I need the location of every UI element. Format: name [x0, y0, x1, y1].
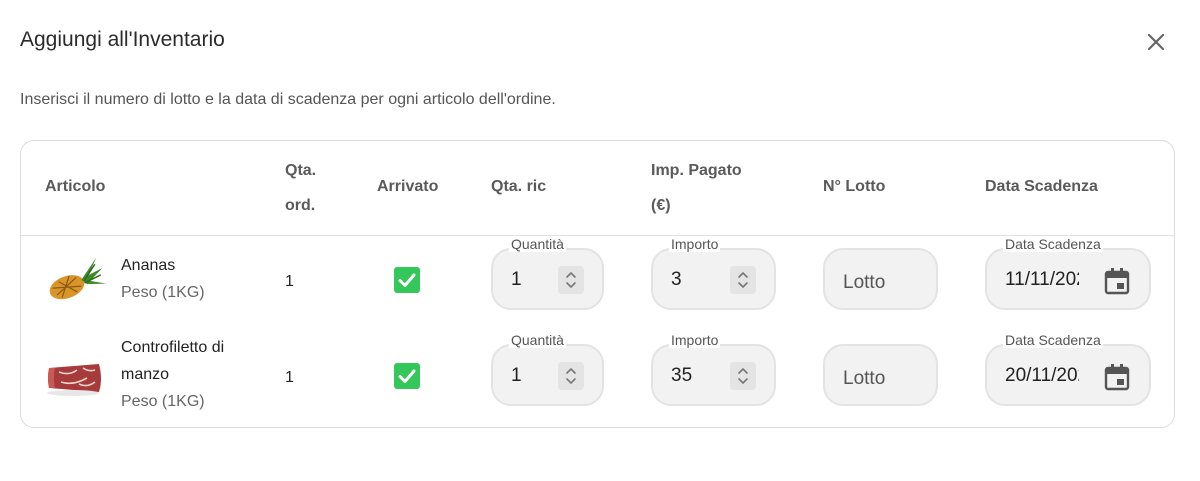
calendar-icon[interactable]	[1103, 362, 1131, 392]
quantity-label: Quantità	[509, 332, 566, 348]
chevron-up-down-icon[interactable]	[558, 266, 584, 294]
quantity-value: 1	[511, 365, 522, 386]
quantity-stepper[interactable]: Quantità 1	[491, 236, 604, 310]
quantity-stepper[interactable]: Quantità 1	[491, 332, 604, 406]
product-image-beef	[43, 354, 107, 402]
chevron-up-down-icon[interactable]	[730, 362, 756, 390]
amount-stepper[interactable]: Importo 35	[651, 332, 776, 406]
table-header: Articolo Qta. ord. Arrivato Qta. ric Imp…	[21, 141, 1174, 236]
header-lotto: N° Lotto	[823, 178, 886, 195]
product-name: Ananas Peso (1KG)	[121, 252, 251, 306]
chevron-up-down-icon[interactable]	[558, 362, 584, 390]
lot-number-input[interactable]: Lotto	[823, 248, 938, 310]
close-button[interactable]	[1142, 28, 1170, 56]
lot-placeholder: Lotto	[843, 272, 886, 293]
header-qta-ord-line1: Qta.	[285, 162, 317, 179]
expiry-date-value: 20/11/2025	[1005, 365, 1079, 386]
check-icon	[398, 273, 416, 287]
calendar-icon[interactable]	[1103, 266, 1131, 296]
dialog-title: Aggiungi all'Inventario	[20, 28, 225, 51]
header-imp-pagato-line1: Imp. Pagato	[651, 162, 742, 179]
lot-placeholder: Lotto	[843, 368, 886, 389]
arrived-checkbox[interactable]	[394, 267, 420, 293]
amount-label: Importo	[669, 236, 721, 252]
product-image-pineapple	[43, 256, 107, 304]
product-name-line: Controfiletto di	[121, 339, 225, 356]
header-qta-ord-line2: ord.	[285, 197, 316, 214]
amount-value: 3	[671, 269, 682, 290]
expiry-date-input[interactable]: Data Scadenza 20/11/2025	[985, 332, 1151, 406]
arrived-checkbox[interactable]	[394, 363, 420, 389]
product-name: Controfiletto di manzo Peso (1KG)	[121, 334, 251, 415]
check-icon	[398, 369, 416, 383]
table-row: Controfiletto di manzo Peso (1KG) 1 Quan…	[21, 332, 1174, 427]
qty-ordered: 1	[285, 273, 294, 290]
product-unit: Peso (1KG)	[121, 393, 205, 410]
amount-stepper[interactable]: Importo 3	[651, 236, 776, 310]
items-table: Articolo Qta. ord. Arrivato Qta. ric Imp…	[20, 140, 1175, 428]
header-imp-pagato-line2: (€)	[651, 197, 671, 214]
product-name-line2: manzo	[121, 366, 170, 383]
product-name-line: Ananas	[121, 257, 176, 274]
dialog-subtitle: Inserisci il numero di lotto e la data d…	[20, 91, 556, 108]
add-to-inventory-dialog: Aggiungi all'Inventario Inserisci il num…	[0, 0, 1200, 481]
header-qta-ric: Qta. ric	[491, 178, 547, 195]
quantity-label: Quantità	[509, 236, 566, 252]
header-articolo: Articolo	[45, 178, 106, 195]
chevron-up-down-icon[interactable]	[730, 266, 756, 294]
table-row: Ananas Peso (1KG) 1 Quantità 1 Importo 3	[21, 236, 1174, 332]
expiry-date-input[interactable]: Data Scadenza 11/11/2025	[985, 236, 1151, 310]
close-icon	[1147, 33, 1165, 51]
qty-ordered: 1	[285, 369, 294, 386]
amount-label: Importo	[669, 332, 721, 348]
quantity-value: 1	[511, 269, 522, 290]
product-unit: Peso (1KG)	[121, 284, 205, 301]
expiry-date-label: Data Scadenza	[1003, 332, 1103, 348]
header-arrivato: Arrivato	[377, 178, 439, 195]
amount-value: 35	[671, 365, 693, 386]
expiry-date-label: Data Scadenza	[1003, 236, 1103, 252]
lot-number-input[interactable]: Lotto	[823, 344, 938, 406]
expiry-date-value: 11/11/2025	[1005, 269, 1079, 290]
header-data-scadenza: Data Scadenza	[985, 178, 1098, 195]
